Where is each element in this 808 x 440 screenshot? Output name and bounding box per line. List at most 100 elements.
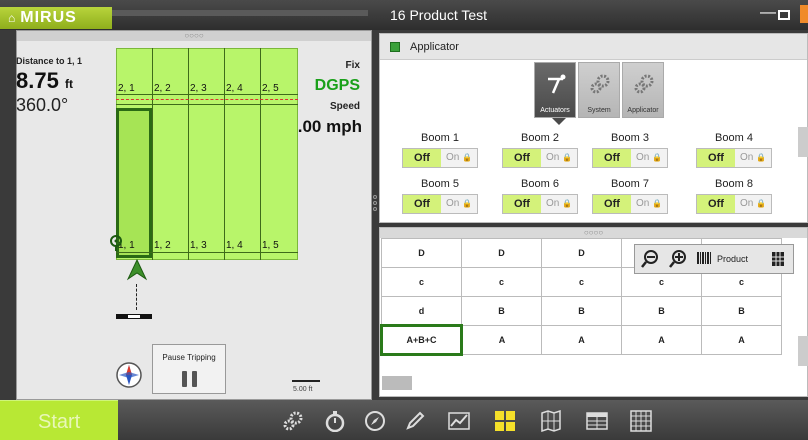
grid-row-line bbox=[116, 252, 298, 253]
pause-tripping-button[interactable]: Pause Tripping bbox=[152, 344, 226, 394]
product-table-horizontal-scrollbar[interactable] bbox=[382, 376, 412, 390]
applicator-panel: Applicator Actuators System Applicator B… bbox=[379, 33, 808, 223]
keypad-icon[interactable] bbox=[630, 410, 652, 432]
table-cell[interactable]: A bbox=[461, 325, 542, 355]
boom-name: Boom 5 bbox=[421, 178, 459, 190]
boom-off-state[interactable]: Off bbox=[403, 149, 441, 167]
grid-layout-icon[interactable] bbox=[771, 251, 785, 267]
table-cell[interactable]: B bbox=[541, 296, 622, 326]
applicator-scrollbar[interactable] bbox=[798, 127, 808, 157]
boom-off-state[interactable]: Off bbox=[697, 195, 735, 213]
tab-actuators[interactable]: Actuators bbox=[534, 62, 576, 125]
boom-toggle[interactable]: Off On 🔒 bbox=[592, 194, 668, 214]
table-cell[interactable]: c bbox=[541, 267, 622, 297]
zoom-out-icon[interactable] bbox=[641, 250, 659, 268]
boom-off-state[interactable]: Off bbox=[593, 149, 631, 167]
table-cell[interactable]: A bbox=[701, 325, 782, 355]
minimize-icon[interactable]: — bbox=[760, 4, 776, 24]
table-cell[interactable]: D bbox=[381, 238, 462, 268]
boom-on-state[interactable]: On 🔒 bbox=[441, 195, 477, 213]
boom-on-state[interactable]: On 🔒 bbox=[441, 149, 477, 167]
lock-icon: 🔒 bbox=[562, 153, 573, 162]
table-cell[interactable]: D bbox=[541, 238, 622, 268]
boom-toggle[interactable]: Off On 🔒 bbox=[402, 148, 478, 168]
gears-icon[interactable] bbox=[282, 410, 304, 432]
table-cell[interactable]: A bbox=[541, 325, 622, 355]
grid-row-line bbox=[116, 104, 298, 105]
table-cell[interactable]: c bbox=[381, 267, 462, 297]
boom-on-label: On bbox=[545, 152, 560, 163]
start-button[interactable]: Start bbox=[0, 400, 118, 440]
table-cell[interactable]: A bbox=[621, 325, 702, 355]
grid-2x2-icon[interactable] bbox=[494, 410, 516, 432]
tab-system-label: System bbox=[587, 107, 611, 114]
boom-toggle[interactable]: Off On 🔒 bbox=[592, 148, 668, 168]
maximize-icon[interactable] bbox=[778, 10, 790, 20]
table-cell[interactable]: D bbox=[461, 238, 542, 268]
barcode-icon[interactable] bbox=[697, 251, 711, 267]
chart-icon[interactable] bbox=[448, 410, 470, 432]
boom-on-state[interactable]: On 🔒 bbox=[541, 195, 577, 213]
tab-applicator[interactable]: Applicator bbox=[622, 62, 664, 118]
lock-icon: 🔒 bbox=[462, 199, 473, 208]
boom-toggle[interactable]: Off On 🔒 bbox=[696, 148, 772, 168]
boom-off-state[interactable]: Off bbox=[593, 195, 631, 213]
implement-bar bbox=[116, 314, 152, 319]
pencil-icon[interactable] bbox=[404, 410, 426, 432]
boom-toggle[interactable]: Off On 🔒 bbox=[502, 194, 578, 214]
mirus-logo[interactable]: ⌂ MIRUS bbox=[0, 7, 112, 29]
cell-label: 2, 3 bbox=[190, 83, 207, 94]
table-icon[interactable] bbox=[586, 410, 608, 432]
product-button-label[interactable]: Product bbox=[717, 254, 748, 264]
left-title-strip bbox=[112, 10, 368, 16]
vehicle-arrow-icon bbox=[127, 259, 147, 281]
boom-4: Boom 4 Off On 🔒 bbox=[696, 132, 772, 170]
panel-splitter[interactable] bbox=[373, 195, 378, 220]
boom-toggle[interactable]: Off On 🔒 bbox=[402, 194, 478, 214]
scale-bar bbox=[292, 380, 320, 382]
boom-5: Boom 5 Off On 🔒 bbox=[402, 178, 478, 216]
cell-label: 2, 5 bbox=[262, 83, 279, 94]
home-icon: ⌂ bbox=[8, 11, 17, 25]
location-pin-icon bbox=[110, 235, 122, 251]
boom-toggle[interactable]: Off On 🔒 bbox=[696, 194, 772, 214]
table-cell[interactable]: B bbox=[461, 296, 542, 326]
compass-icon[interactable] bbox=[116, 362, 142, 388]
boom-off-state[interactable]: Off bbox=[697, 149, 735, 167]
tab-system[interactable]: System bbox=[578, 62, 620, 118]
stopwatch-icon[interactable] bbox=[324, 410, 346, 432]
boom-on-state[interactable]: On 🔒 bbox=[735, 149, 771, 167]
applicator-header[interactable]: Applicator bbox=[380, 34, 807, 60]
boom-on-state[interactable]: On 🔒 bbox=[735, 195, 771, 213]
table-cell[interactable]: B bbox=[701, 296, 782, 326]
boom-6: Boom 6 Off On 🔒 bbox=[502, 178, 578, 216]
boom-on-state[interactable]: On 🔒 bbox=[541, 149, 577, 167]
boom-name: Boom 7 bbox=[611, 178, 649, 190]
boom-off-state[interactable]: Off bbox=[503, 195, 541, 213]
map-grid-icon[interactable] bbox=[540, 410, 562, 432]
table-cell[interactable]: d bbox=[381, 296, 462, 326]
boom-on-state[interactable]: On 🔒 bbox=[631, 195, 667, 213]
boom-on-state[interactable]: On 🔒 bbox=[631, 149, 667, 167]
lock-icon: 🔒 bbox=[562, 199, 573, 208]
product-table-scrollbar[interactable] bbox=[798, 336, 808, 366]
compass-icon[interactable] bbox=[364, 410, 386, 432]
close-icon[interactable] bbox=[800, 5, 808, 23]
zoom-in-icon[interactable] bbox=[669, 250, 687, 268]
boom-toggle[interactable]: Off On 🔒 bbox=[502, 148, 578, 168]
table-row: A+B+C A A A A bbox=[380, 324, 782, 356]
map-panel-drag-handle[interactable]: ○○○○ bbox=[17, 31, 371, 41]
fix-label: Fix bbox=[345, 60, 360, 71]
tab-actuators-label: Actuators bbox=[540, 107, 570, 114]
applicator-title: Applicator bbox=[410, 41, 459, 53]
start-button-label: Start bbox=[38, 411, 81, 433]
distance-label: Distance to 1, 1 bbox=[16, 56, 83, 66]
selected-table-cell[interactable]: A+B+C bbox=[380, 324, 463, 356]
cell-label: 1, 4 bbox=[226, 240, 243, 251]
table-cell[interactable]: B bbox=[621, 296, 702, 326]
boom-off-state[interactable]: Off bbox=[503, 149, 541, 167]
product-panel-drag-handle[interactable]: ○○○○ bbox=[380, 228, 807, 238]
scale-label: 5.00 ft bbox=[293, 386, 313, 393]
table-cell[interactable]: c bbox=[461, 267, 542, 297]
boom-off-state[interactable]: Off bbox=[403, 195, 441, 213]
